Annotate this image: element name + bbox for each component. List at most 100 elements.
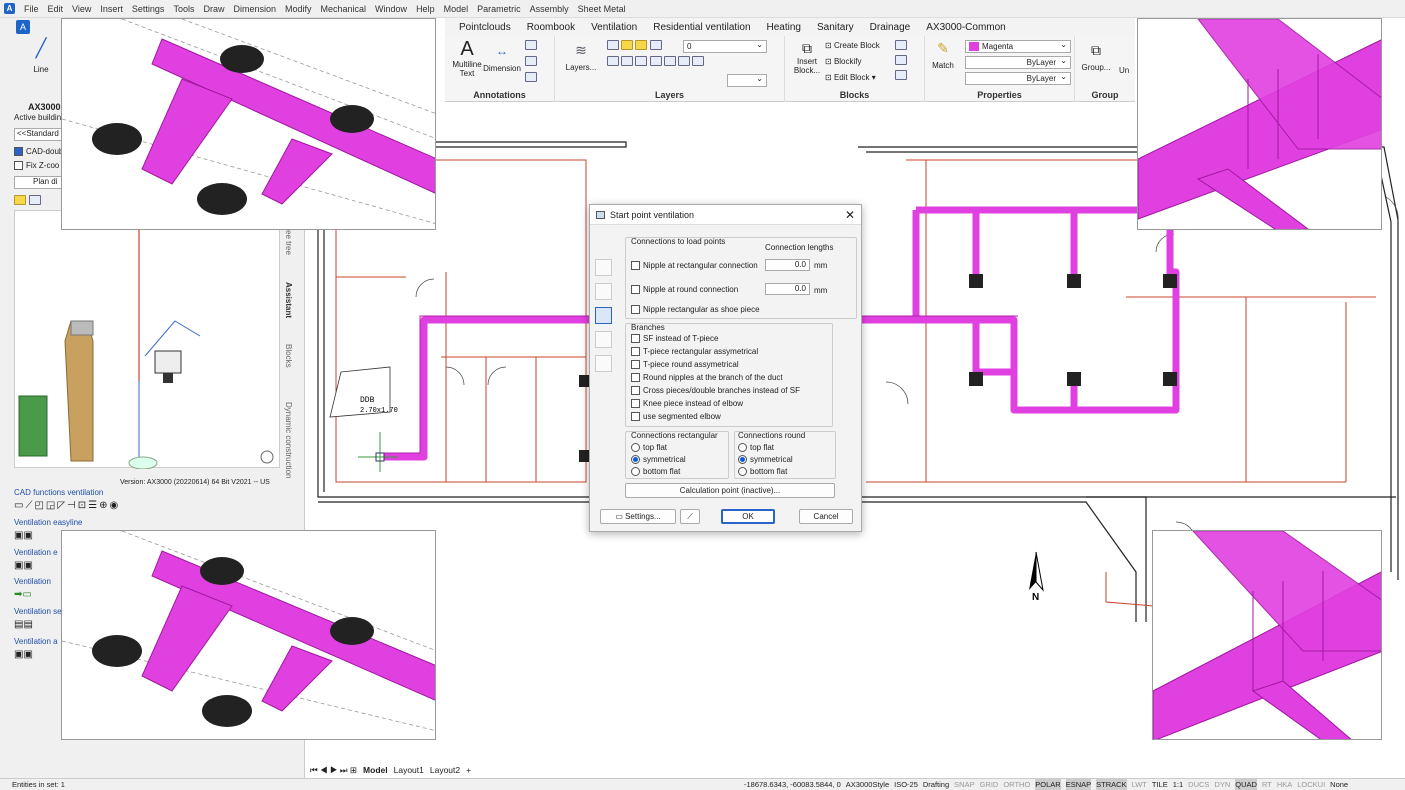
side-list-icon[interactable] — [595, 283, 612, 300]
blocks-vtab[interactable]: Blocks — [284, 344, 293, 368]
menu-assembly[interactable]: Assembly — [530, 4, 569, 14]
nipple-rect-length-input[interactable]: 0.0 — [765, 259, 810, 271]
calculation-point-button[interactable]: Calculation point (inactive)... — [625, 483, 835, 498]
plan-button[interactable]: Plan di — [14, 176, 64, 189]
cancel-button[interactable]: Cancel — [799, 509, 853, 524]
ungroup-button[interactable]: Un — [1119, 66, 1129, 75]
layer-tools-icons[interactable] — [607, 56, 705, 66]
add-layout-icon[interactable]: + — [466, 765, 471, 775]
tab-roombook[interactable]: Roombook — [527, 22, 575, 33]
fix-z-checkbox[interactable]: Fix Z-coo — [14, 161, 59, 170]
menu-help[interactable]: Help — [416, 4, 435, 14]
standard-combo[interactable]: <<Standard — [14, 128, 64, 141]
cad-double-checkbox[interactable]: CAD-doub — [14, 147, 63, 156]
rect-symmetrical-radio[interactable]: symmetrical — [631, 455, 686, 464]
menu-settings[interactable]: Settings — [132, 4, 165, 14]
rect-bottom-flat-radio[interactable]: bottom flat — [631, 467, 680, 476]
nipple-round-checkbox[interactable]: Nipple at round connection — [631, 285, 738, 294]
tree-vtab[interactable]: ee tree — [284, 230, 293, 255]
toggle-quad[interactable]: QUAD — [1235, 779, 1257, 790]
branch-option-6[interactable]: Knee piece instead of elbow — [631, 399, 743, 408]
toggle-rt[interactable]: RT — [1262, 779, 1272, 790]
menu-insert[interactable]: Insert — [100, 4, 123, 14]
toggle-ducs[interactable]: DUCS — [1188, 779, 1209, 790]
toggle-lockui[interactable]: LOCKUI — [1297, 779, 1325, 790]
round-bottom-flat-radio[interactable]: bottom flat — [738, 467, 787, 476]
menu-window[interactable]: Window — [375, 4, 407, 14]
nipple-shoe-checkbox[interactable]: Nipple rectangular as shoe piece — [631, 305, 760, 314]
menu-dimension[interactable]: Dimension — [233, 4, 276, 14]
branch-option-3[interactable]: T-piece round assymetrical — [631, 360, 739, 369]
round-symmetrical-radio[interactable]: symmetrical — [738, 455, 793, 464]
nipple-rect-checkbox[interactable]: Nipple at rectangular connection — [631, 261, 758, 270]
tab-heating[interactable]: Heating — [767, 22, 801, 33]
tab-model[interactable]: Model — [363, 765, 388, 775]
assistant-vtab[interactable]: Assistant — [284, 282, 293, 318]
dialog-titlebar[interactable]: Start point ventilation ✕ — [590, 205, 861, 225]
branch-option-5[interactable]: Cross pieces/double branches instead of … — [631, 386, 800, 395]
branch-option-1[interactable]: SF instead of T-piece — [631, 334, 718, 343]
side-ventilation-icon[interactable] — [595, 331, 612, 348]
dim-tools-icons[interactable] — [525, 40, 537, 82]
line-tool-button[interactable]: ╱ Line — [26, 38, 56, 74]
insert-block-button[interactable]: ⧉ Insert Block... — [791, 40, 823, 75]
workspace-indicator[interactable]: Drafting — [923, 779, 949, 790]
dynamic-construction-vtab[interactable]: Dynamic construction — [284, 402, 293, 478]
side-temperature-icon[interactable] — [595, 355, 612, 372]
menu-edit[interactable]: Edit — [48, 4, 64, 14]
app-logo-icon[interactable]: A — [4, 3, 15, 14]
menu-view[interactable]: View — [72, 4, 91, 14]
easyline-icons[interactable]: ▣▣ — [14, 530, 33, 541]
menu-modify[interactable]: Modify — [285, 4, 312, 14]
tab-residential-ventilation[interactable]: Residential ventilation — [653, 22, 750, 33]
tab-drainage[interactable]: Drainage — [870, 22, 911, 33]
dimension-button[interactable]: ↔ Dimension — [483, 44, 521, 73]
blockify-button[interactable]: ⊡ Blockify — [825, 57, 862, 66]
side-3d-icon[interactable] — [595, 259, 612, 276]
ventilation-e-icons[interactable]: ▣▣ — [14, 560, 33, 571]
toggle-tile[interactable]: TILE — [1152, 779, 1168, 790]
menu-parametric[interactable]: Parametric — [477, 4, 521, 14]
branch-option-4[interactable]: Round nipples at the branch of the duct — [631, 373, 783, 382]
rect-top-flat-radio[interactable]: top flat — [631, 443, 667, 452]
toggle-polar[interactable]: POLAR — [1035, 779, 1061, 790]
tab-pointclouds[interactable]: Pointclouds — [459, 22, 511, 33]
multiline-text-button[interactable]: A Multiline Text — [451, 38, 483, 78]
menu-model[interactable]: Model — [444, 4, 469, 14]
create-block-button[interactable]: ⊡ Create Block — [825, 41, 880, 50]
round-top-flat-radio[interactable]: top flat — [738, 443, 774, 452]
edit-block-button[interactable]: ⊡ Edit Block ▾ — [825, 73, 876, 82]
tab-ax3000-common[interactable]: AX3000-Common — [926, 22, 1005, 33]
toggle-grid[interactable]: GRID — [980, 779, 999, 790]
nipple-round-length-input[interactable]: 0.0 — [765, 283, 810, 295]
toolbar-mini-icons[interactable] — [14, 194, 62, 206]
toggle-hka[interactable]: HKA — [1277, 779, 1292, 790]
tab-sanitary[interactable]: Sanitary — [817, 22, 854, 33]
tab-ventilation[interactable]: Ventilation — [591, 22, 637, 33]
layer-sub-combo[interactable] — [727, 73, 767, 87]
match-properties-button[interactable]: ✎ Match — [931, 40, 955, 70]
layout-nav-icons[interactable]: ⏮ ◀ ▶ ⏭ ⊞ — [310, 765, 357, 776]
style-indicator[interactable]: AX3000Style — [846, 779, 889, 790]
ok-button[interactable]: OK — [721, 509, 775, 524]
tab-layout1[interactable]: Layout1 — [394, 765, 424, 775]
annotation-scale[interactable]: None — [1330, 779, 1348, 790]
menu-tools[interactable]: Tools — [173, 4, 194, 14]
menu-sheet-metal[interactable]: Sheet Metal — [578, 4, 626, 14]
group-button[interactable]: ⧉ Group... — [1081, 42, 1111, 72]
ventilation-se-icons[interactable]: ▤▤ — [14, 619, 33, 630]
toggle-snap[interactable]: SNAP — [954, 779, 974, 790]
branch-option-2[interactable]: T-piece rectangular assymetrical — [631, 347, 758, 356]
cad-functions-icons[interactable]: ▭⟋◰◲◸⊣⊡☰⊕◉ — [14, 500, 120, 511]
tab-layout2[interactable]: Layout2 — [430, 765, 460, 775]
block-side-icons[interactable] — [895, 40, 907, 80]
side-calc-icon[interactable] — [595, 307, 612, 324]
pick-line-icon[interactable]: ⟋ — [680, 509, 700, 524]
settings-button[interactable]: ▭ Settings... — [600, 509, 676, 524]
linetype-combo[interactable]: ByLayer — [965, 55, 1071, 69]
toggle-strack[interactable]: STRACK — [1096, 779, 1127, 790]
ventilation-a-icons[interactable]: ▣▣ — [14, 649, 33, 660]
branch-option-7[interactable]: use segmented elbow — [631, 412, 721, 421]
layers-button[interactable]: ≋ Layers... — [563, 42, 599, 72]
toggle-ortho[interactable]: ORTHO — [1003, 779, 1030, 790]
